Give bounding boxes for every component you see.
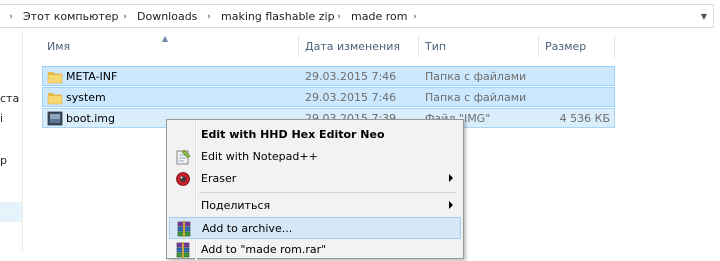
menu-item-label: Add to "made rom.rar" (201, 243, 327, 256)
breadcrumb-separator[interactable]: › (410, 10, 420, 24)
navigation-pane: ста і р (0, 30, 22, 251)
column-header-size[interactable]: Размер (545, 36, 586, 58)
folder-icon (47, 72, 63, 84)
menu-item-label: Edit with Notepad++ (201, 150, 318, 163)
menu-item-eraser[interactable]: Eraser (169, 168, 461, 190)
breadcrumb-downloads[interactable]: Downloads (137, 10, 197, 24)
menu-item-share[interactable]: Поделиться (169, 195, 461, 217)
file-row-system[interactable]: system 29.03.2015 7:46 Папка с файлами (42, 87, 615, 107)
column-divider[interactable] (538, 36, 539, 58)
submenu-arrow-icon (449, 201, 453, 209)
file-name: META-INF (66, 70, 118, 83)
file-date: 29.03.2015 7:46 (305, 91, 397, 104)
column-divider[interactable] (614, 36, 615, 58)
file-name: system (66, 91, 106, 104)
submenu-arrow-icon (449, 174, 453, 182)
breadcrumb-separator[interactable]: › (334, 10, 344, 24)
column-header-name[interactable]: Имя (47, 36, 70, 58)
file-date: 29.03.2015 7:46 (305, 70, 397, 83)
breadcrumb-making-flashable-zip[interactable]: making flashable zip (221, 10, 335, 24)
address-bar[interactable]: › Этот компьютер › Downloads › making fl… (0, 0, 720, 30)
column-divider[interactable] (298, 36, 299, 58)
breadcrumb-made-rom[interactable]: made rom (351, 10, 407, 24)
nav-item-fragment[interactable]: ста (0, 92, 19, 105)
menu-item-label: Edit with HHD Hex Editor Neo (201, 128, 385, 141)
file-name: boot.img (66, 112, 116, 125)
menu-item-add-to-archive[interactable]: Add to archive... (169, 217, 461, 239)
breadcrumb-this-pc[interactable]: Этот компьютер (23, 10, 119, 24)
img-file-icon (47, 111, 63, 126)
file-type: Папка с файлами (425, 91, 527, 104)
column-divider[interactable] (418, 36, 419, 58)
file-type: Папка с файлами (425, 70, 527, 83)
menu-item-label: Eraser (201, 172, 237, 185)
column-header-type[interactable]: Тип (425, 36, 446, 58)
menu-item-label: Add to archive... (202, 222, 293, 235)
breadcrumb-separator[interactable]: › (204, 10, 214, 24)
folder-icon (47, 93, 63, 105)
sort-ascending-icon: ▲ (162, 34, 169, 43)
menu-item-edit-notepad[interactable]: Edit with Notepad++ (169, 146, 461, 168)
breadcrumb[interactable]: › Этот компьютер › Downloads › making fl… (0, 4, 714, 28)
menu-item-edit-hex-editor[interactable]: Edit with HHD Hex Editor Neo (169, 124, 461, 146)
eraser-icon (176, 172, 190, 186)
menu-separator (199, 192, 457, 193)
notepad-icon (176, 149, 191, 165)
nav-item-selected[interactable] (0, 202, 22, 222)
pane-splitter[interactable] (22, 30, 23, 251)
address-history-dropdown-icon[interactable]: ▼ (701, 12, 707, 21)
nav-item-fragment[interactable]: і (0, 112, 3, 125)
column-header-date[interactable]: Дата изменения (305, 36, 400, 58)
file-row-meta-inf[interactable]: META-INF 29.03.2015 7:46 Папка с файлами (42, 66, 615, 86)
context-menu: Edit with HHD Hex Editor Neo Edit with N… (166, 119, 464, 261)
menu-item-add-to-rar[interactable]: Add to "made rom.rar" (169, 239, 461, 261)
winrar-icon (177, 221, 191, 237)
file-size: 4 536 КБ (559, 112, 610, 125)
menu-item-label: Поделиться (201, 199, 271, 212)
breadcrumb-separator[interactable]: › (120, 10, 130, 24)
nav-item-fragment[interactable]: р (0, 154, 7, 167)
breadcrumb-separator[interactable]: › (6, 10, 16, 24)
winrar-icon (176, 242, 190, 258)
